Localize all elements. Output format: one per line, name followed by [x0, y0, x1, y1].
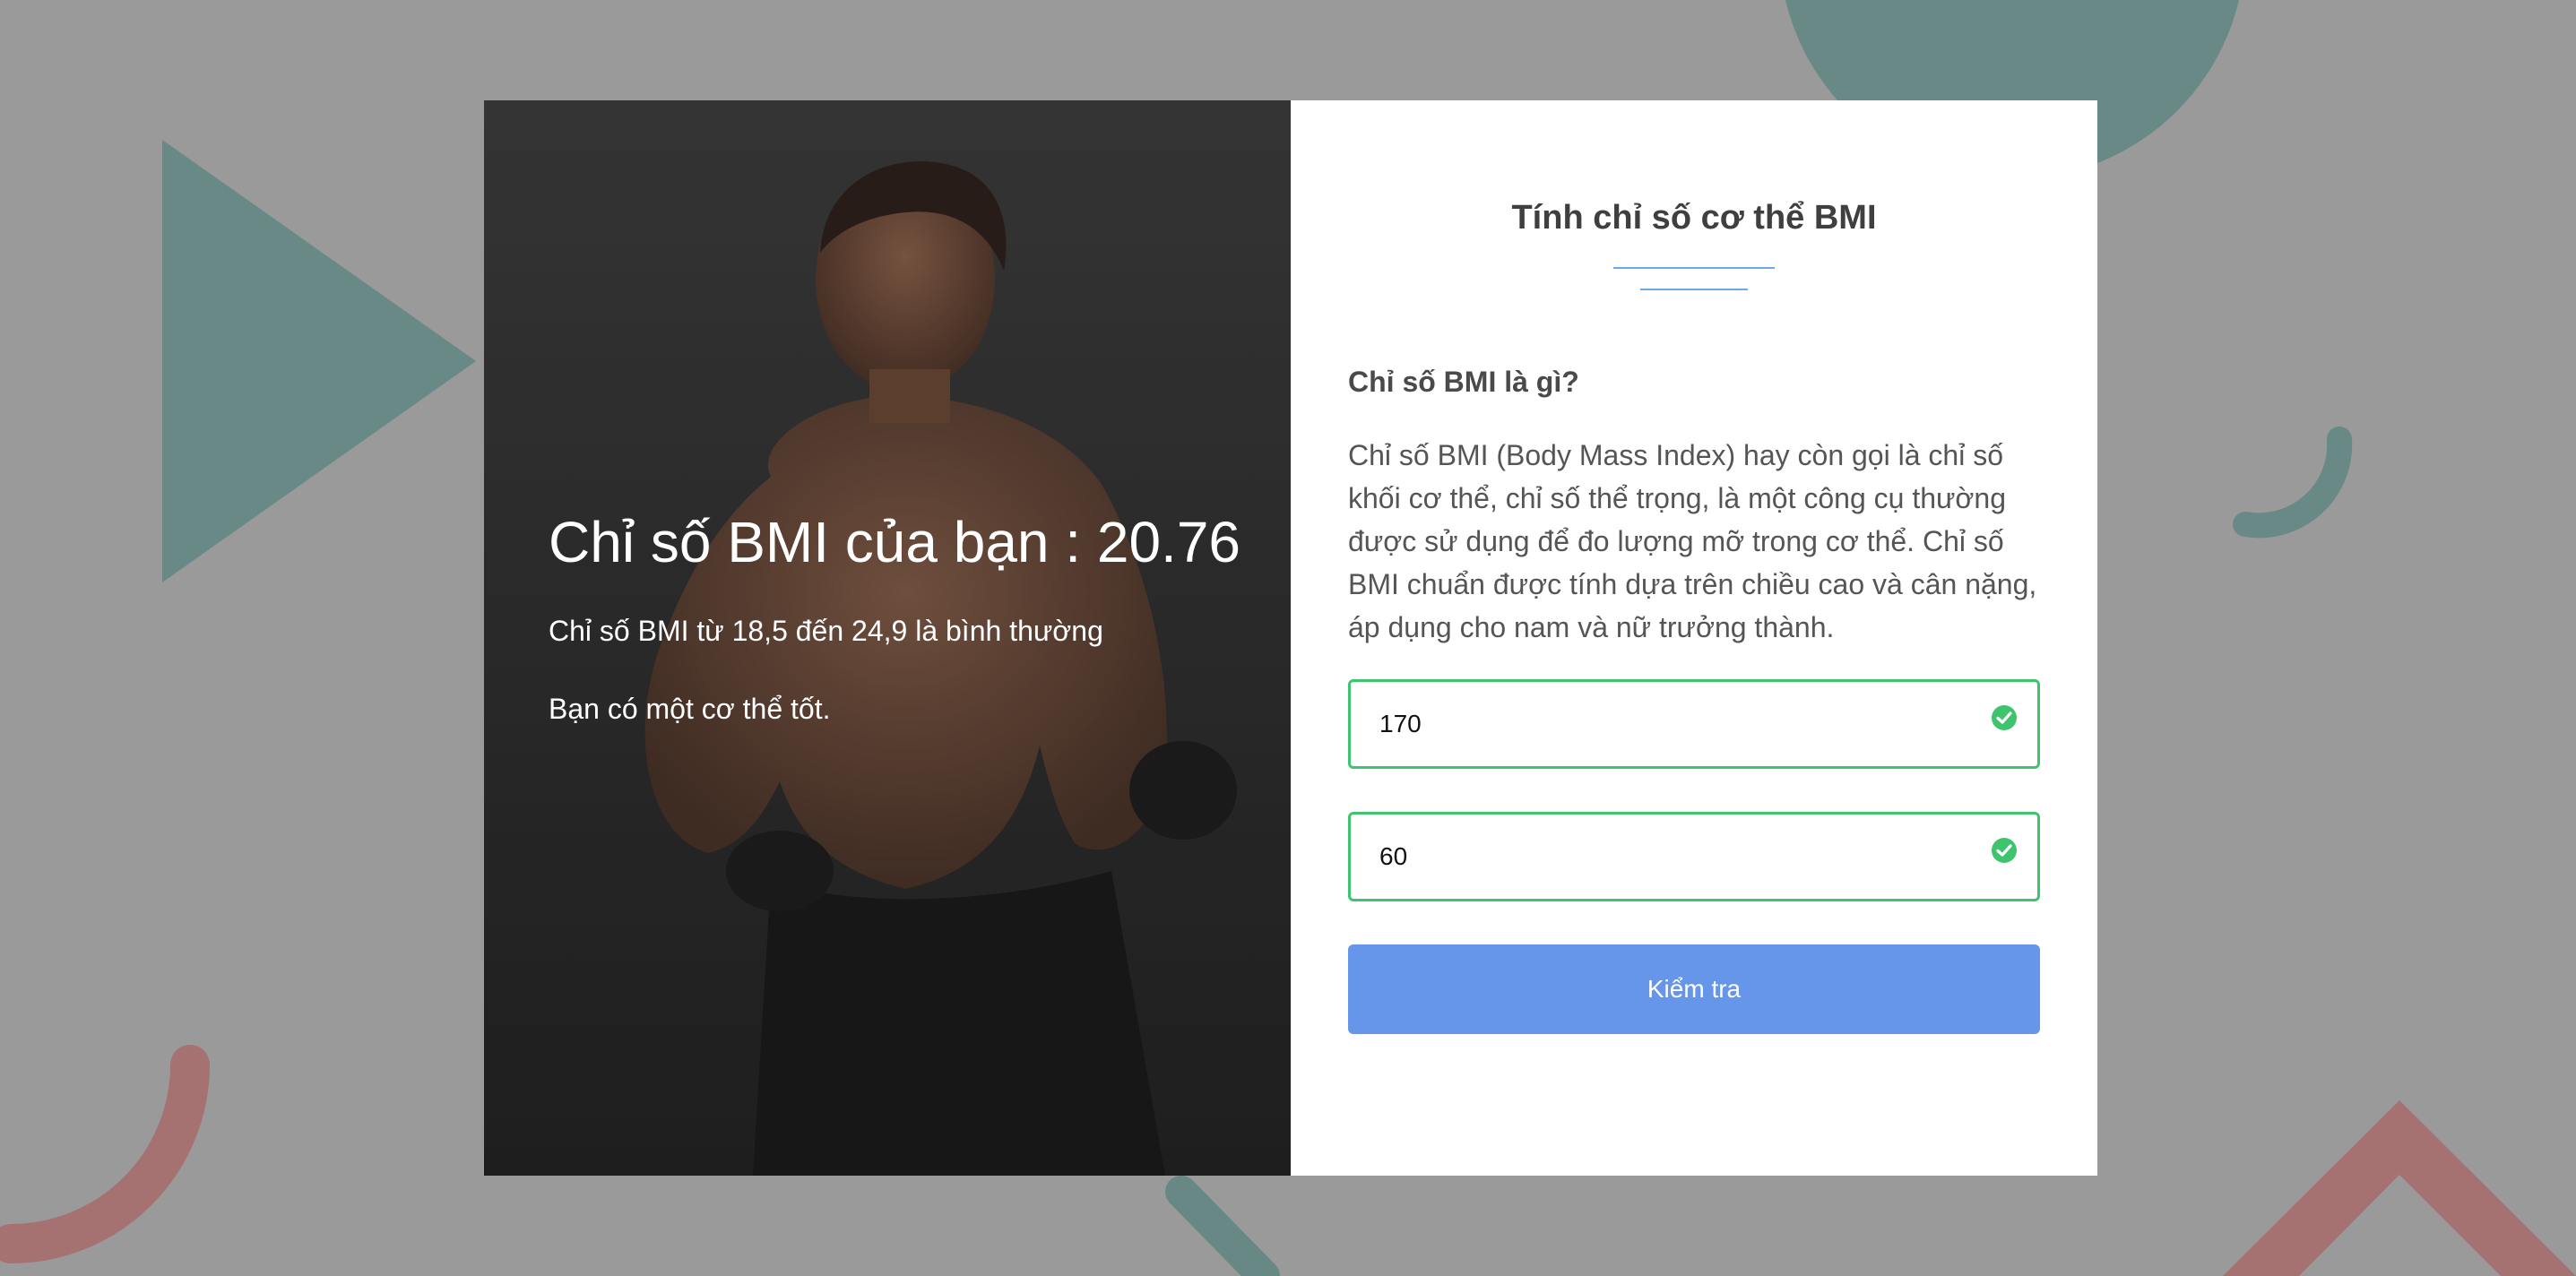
height-field[interactable]	[1348, 679, 2040, 769]
check-button[interactable]: Kiểm tra	[1348, 944, 2040, 1034]
check-circle-icon	[1992, 838, 2017, 863]
teal-triangle-shape	[162, 140, 476, 582]
bmi-verdict: Bạn có một cơ thể tốt.	[549, 693, 831, 726]
bmi-card: Chỉ số BMI của bạn : 20.76 Chỉ số BMI từ…	[484, 100, 2097, 1176]
result-panel: Chỉ số BMI của bạn : 20.76 Chỉ số BMI từ…	[484, 100, 1291, 1176]
red-diamond-shape	[2223, 1100, 2576, 1276]
bmi-definition-text: Chỉ số BMI (Body Mass Index) hay còn gọi…	[1348, 439, 2037, 643]
bmi-definition-heading: Chỉ số BMI là gì?	[1348, 366, 1579, 398]
height-input[interactable]	[1379, 682, 1953, 766]
check-circle-icon	[1992, 705, 2017, 730]
result-content: Chỉ số BMI của bạn : 20.76 Chỉ số BMI từ…	[549, 508, 1266, 770]
title-divider-bottom	[1640, 289, 1748, 290]
title-divider-top	[1613, 267, 1775, 269]
form-title: Tính chỉ số cơ thể BMI	[1511, 199, 1877, 237]
calculator-panel: Tính chỉ số cơ thể BMI Chỉ số BMI là gì?…	[1291, 100, 2097, 1176]
teal-arc-shape	[2233, 427, 2353, 539]
bmi-normal-range: Chỉ số BMI từ 18,5 đến 24,9 là bình thườ…	[549, 614, 1103, 647]
red-arc-shape	[0, 1045, 210, 1263]
bmi-result-title: Chỉ số BMI của bạn : 20.76	[549, 510, 1240, 574]
teal-bar-shape	[1165, 1176, 1280, 1276]
weight-field[interactable]	[1348, 812, 2040, 901]
weight-input[interactable]	[1379, 815, 1953, 899]
